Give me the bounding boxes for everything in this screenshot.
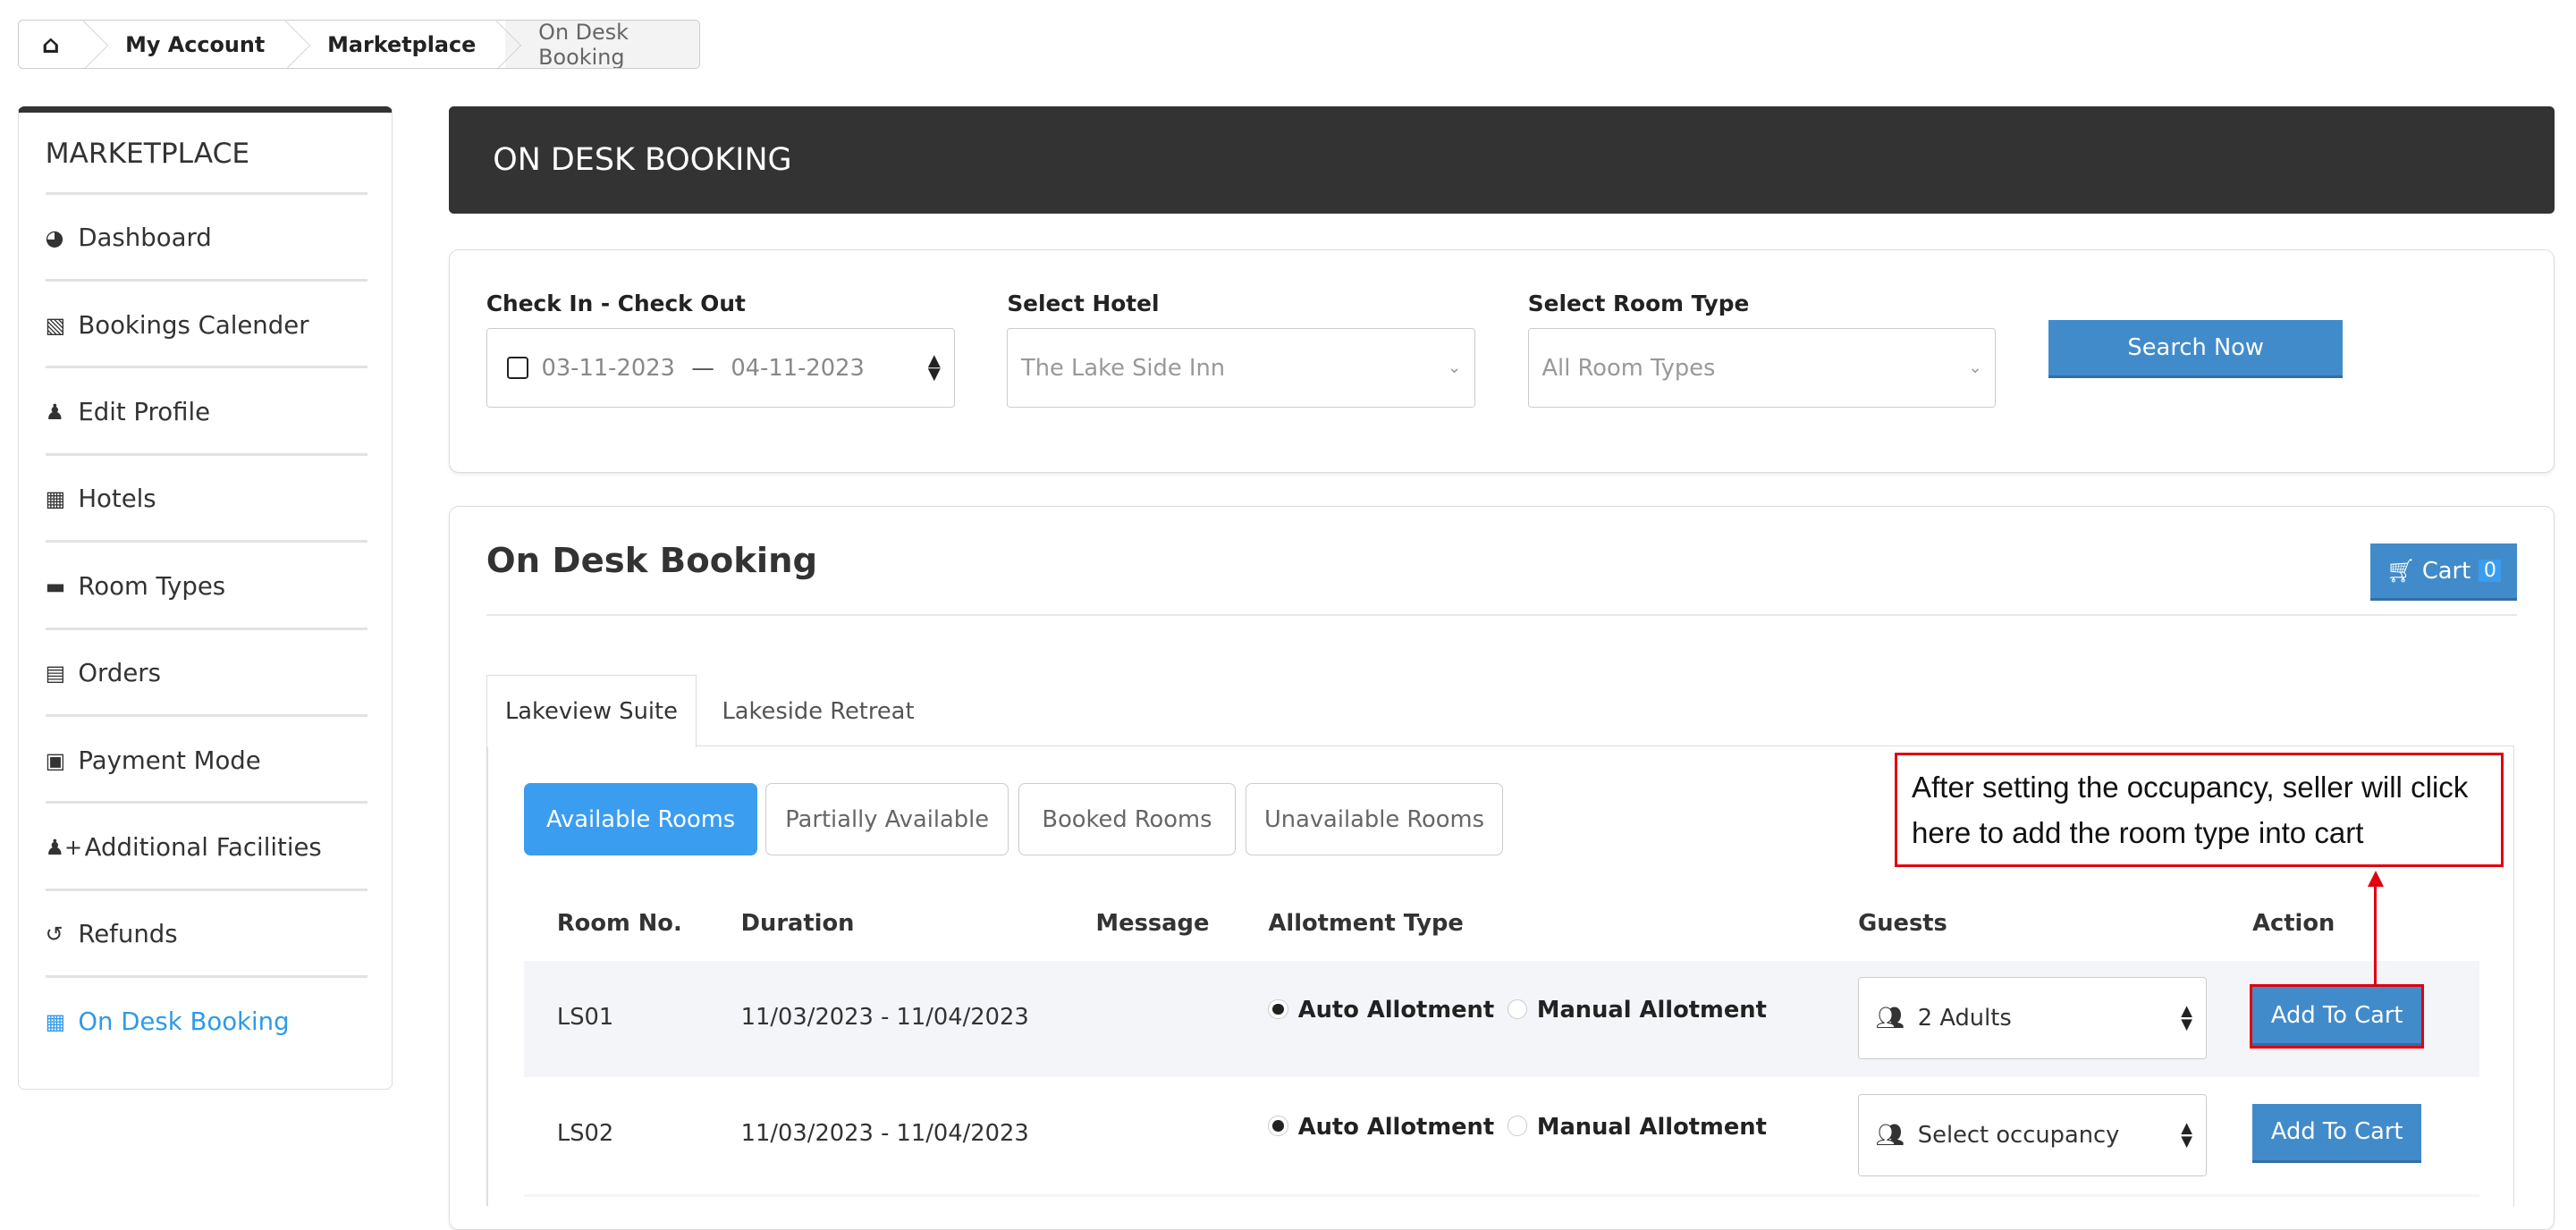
cart-icon: 🛒︎ — [2386, 557, 2416, 585]
guests-select[interactable]: 👥︎ Select occupancy ▲ ▼ — [1858, 1093, 2207, 1176]
users-icon: 👥︎ — [1875, 1005, 1905, 1032]
room-number: LS02 — [556, 1120, 614, 1148]
date-range-input[interactable]: 03-11-2023—04-11-2023 ▲ ▼ — [486, 328, 955, 408]
page-header: ON DESK BOOKING — [448, 106, 2555, 214]
sidebar-item-edit-profile[interactable]: ♟ Edit Profile — [45, 366, 367, 455]
cart-button[interactable]: 🛒︎ Cart 0 — [2370, 543, 2517, 602]
sort-icon: ▲ ▼ — [2181, 1002, 2192, 1033]
undo-icon: ↺ — [45, 922, 63, 948]
breadcrumb-home[interactable]: ⌂ — [19, 21, 92, 68]
allotment-options: Auto Allotment Manual Allotment — [1268, 1114, 1767, 1141]
tab-content-left-border — [486, 746, 488, 1206]
annotation-callout: After setting the occupancy, seller will… — [1894, 752, 2504, 868]
sidebar-item-hotels[interactable]: ▦ Hotels — [45, 452, 367, 543]
arrow-head-icon — [2367, 871, 2384, 887]
tab-lakeview-suite[interactable]: Lakeview Suite — [486, 675, 697, 747]
user-plus-icon: ♟+ — [45, 834, 83, 860]
column-header-allotment-type: Allotment Type — [1268, 909, 1464, 937]
filter-unavailable-rooms[interactable]: Unavailable Rooms — [1245, 783, 1504, 856]
column-header-room-no: Room No. — [556, 909, 682, 937]
building-icon: ▦ — [45, 486, 66, 512]
breadcrumb: ⌂ My Account Marketplace On Desk Booking — [18, 20, 700, 70]
column-header-guests: Guests — [1858, 909, 1947, 937]
add-to-cart-button[interactable]: Add To Cart — [2252, 1103, 2422, 1163]
manual-allotment-radio[interactable] — [1507, 998, 1527, 1020]
sort-icon: ▲ ▼ — [927, 350, 941, 383]
sidebar-item-refunds[interactable]: ↺ Refunds — [45, 888, 367, 978]
row-divider — [524, 1193, 2479, 1198]
duration: 11/03/2023 - 11/04/2023 — [740, 1120, 1029, 1148]
filter-partially-available[interactable]: Partially Available — [765, 783, 1009, 856]
dates-label: Check In - Check Out — [486, 291, 746, 317]
chevron-down-icon: ⌄ — [1447, 358, 1462, 378]
chevron-down-icon: ⌄ — [1968, 358, 1982, 378]
breadcrumb-my-account[interactable]: My Account — [92, 21, 294, 68]
booking-title: On Desk Booking — [486, 540, 818, 581]
sidebar-item-orders[interactable]: ▤ Orders — [45, 627, 367, 717]
home-icon: ⌂ — [41, 29, 60, 59]
sidebar-item-room-types[interactable]: ▬ Room Types — [45, 540, 367, 629]
sort-icon: ▲ ▼ — [2181, 1118, 2192, 1150]
breadcrumb-marketplace[interactable]: Marketplace — [294, 21, 505, 68]
column-header-duration: Duration — [740, 909, 855, 937]
duration: 11/03/2023 - 11/04/2023 — [740, 1003, 1029, 1031]
filter-available-rooms[interactable]: Available Rooms — [524, 783, 758, 856]
annotation-arrow — [2374, 883, 2377, 988]
room-type-select[interactable]: All Room Types ⌄ — [1527, 328, 1997, 408]
allotment-options: Auto Allotment Manual Allotment — [1268, 997, 1767, 1024]
sidebar-item-on-desk-booking[interactable]: ▦ On Desk Booking — [45, 975, 367, 1065]
credit-card-icon: ▤ — [45, 661, 66, 687]
filter-booked-rooms[interactable]: Booked Rooms — [1018, 783, 1236, 856]
sidebar-item-payment-mode[interactable]: ▣ Payment Mode — [45, 713, 367, 804]
calendar-icon: ▦ — [45, 1008, 66, 1034]
bed-icon: ▬ — [45, 573, 66, 599]
divider — [486, 614, 2517, 617]
search-now-button[interactable]: Search Now — [2048, 320, 2344, 378]
page-title: ON DESK BOOKING — [493, 142, 792, 179]
sidebar-title: MARKETPLACE — [45, 137, 250, 170]
column-header-message: Message — [1095, 909, 1210, 937]
guests-select[interactable]: 👥︎ 2 Adults ▲ ▼ — [1858, 977, 2207, 1060]
breadcrumb-current: On Desk Booking — [505, 21, 699, 69]
auto-allotment-radio[interactable] — [1268, 1116, 1288, 1136]
auto-allotment-radio[interactable] — [1268, 998, 1288, 1020]
room-number: LS01 — [556, 1003, 614, 1031]
money-icon: ▣ — [45, 747, 66, 773]
calendar-icon — [506, 356, 528, 380]
column-header-action: Action — [2252, 909, 2335, 937]
tab-lakeside-retreat[interactable]: Lakeside Retreat — [697, 675, 940, 747]
hotel-label: Select Hotel — [1007, 291, 1160, 317]
hotel-select[interactable]: The Lake Side Inn ⌄ — [1007, 328, 1475, 408]
room-type-label: Select Room Type — [1527, 291, 1750, 317]
user-icon: ♟ — [45, 400, 64, 425]
users-icon: 👥︎ — [1875, 1121, 1905, 1149]
bar-chart-icon: ▧ — [45, 312, 66, 338]
sidebar-item-dashboard[interactable]: ◕ Dashboard — [45, 191, 367, 282]
cart-count-badge: 0 — [2479, 560, 2502, 583]
manual-allotment-radio[interactable] — [1507, 1116, 1527, 1136]
sidebar-item-additional-facilities[interactable]: ♟+ Additional Facilities — [45, 801, 367, 890]
sidebar: MARKETPLACE ◕ Dashboard ▧ Bookings Calende… — [18, 106, 393, 1090]
dashboard-icon: ◕ — [45, 225, 64, 251]
add-to-cart-button[interactable]: Add To Cart — [2250, 984, 2425, 1049]
sidebar-item-bookings-calender[interactable]: ▧ Bookings Calender — [45, 278, 367, 368]
